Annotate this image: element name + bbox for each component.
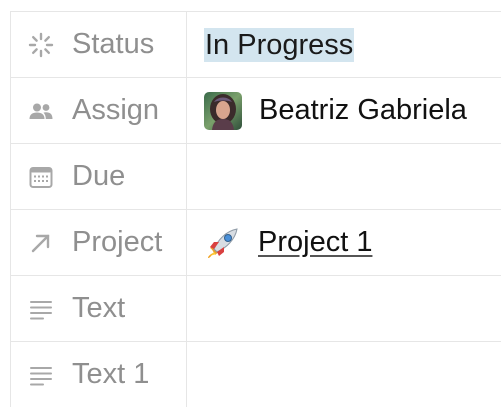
people-icon [27,97,55,125]
text-lines-icon [27,361,55,389]
avatar[interactable] [204,91,242,130]
rocket-icon [204,224,242,262]
arrow-up-right-icon [27,229,55,257]
status-badge[interactable]: In Progress [204,27,355,62]
property-row-assign: Assign Beatriz Gabriela [11,78,501,144]
property-label-text: Text 1 [72,358,150,390]
property-label-text-field[interactable]: Text [11,276,187,341]
property-row-project: Project Project 1 [11,210,501,276]
property-label-text-1[interactable]: Text 1 [11,342,187,407]
status-spinner-icon [27,31,55,59]
property-label-text: Status [72,28,155,60]
property-value-text-1[interactable] [187,342,501,407]
text-lines-icon [27,295,55,323]
property-value-status[interactable]: In Progress [187,12,501,77]
properties-table: Status In Progress Assign Beatriz Gabrie… [10,11,501,407]
property-label-due[interactable]: Due [11,144,187,209]
property-label-text: Text [72,292,126,324]
property-label-text: Due [72,160,126,192]
assignee-name: Beatriz Gabriela [259,94,467,126]
calendar-icon [27,163,55,191]
property-value-assign[interactable]: Beatriz Gabriela [187,78,501,143]
property-row-text: Text [11,276,501,342]
project-link[interactable]: Project 1 [258,226,372,259]
property-label-text: Assign [72,94,160,126]
property-value-due[interactable] [187,144,501,209]
property-row-status: Status In Progress [11,12,501,78]
property-label-project[interactable]: Project [11,210,187,275]
property-value-project[interactable]: Project 1 [187,210,501,275]
property-row-due: Due [11,144,501,210]
property-label-text: Project [72,226,163,258]
property-value-text[interactable] [187,276,501,341]
property-label-assign[interactable]: Assign [11,78,187,143]
property-label-status[interactable]: Status [11,12,187,77]
property-row-text-1: Text 1 [11,342,501,407]
